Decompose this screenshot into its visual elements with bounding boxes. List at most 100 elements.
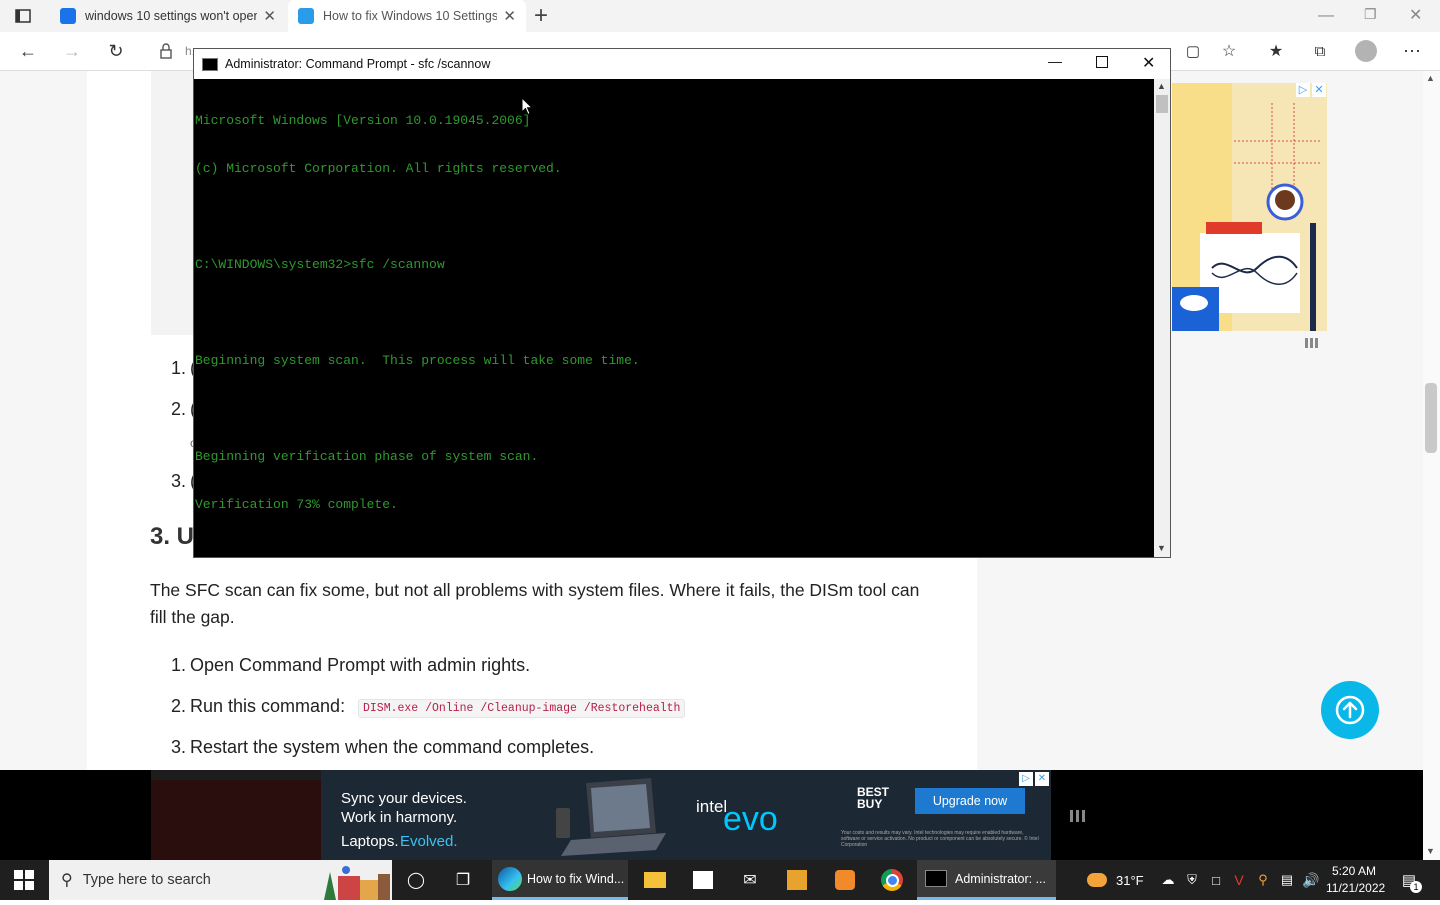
adchoices-icon[interactable]: ▷	[1296, 83, 1310, 97]
more-menu-icon[interactable]: ⋯	[1399, 38, 1425, 64]
cmd-close-icon[interactable]: ✕	[1142, 53, 1155, 73]
store-icon[interactable]	[691, 868, 715, 892]
minimize-browser-icon[interactable]: —	[1318, 7, 1334, 25]
step-number: 2.	[171, 696, 187, 716]
cmd-scroll-thumb[interactable]	[1156, 95, 1168, 113]
usb-icon[interactable]: □	[1204, 868, 1228, 892]
tab-actions-icon[interactable]	[14, 7, 32, 25]
console-line: Verification 73% complete.	[195, 497, 398, 512]
bestbuy-logo: BEST BUY	[857, 785, 890, 811]
forward-icon[interactable]: →	[59, 38, 85, 64]
taskbar-edge[interactable]: How to fix Wind...	[492, 860, 628, 900]
cmd-scroll-down-icon[interactable]: ▼	[1157, 543, 1166, 553]
ad-close-icon[interactable]: ✕	[1312, 83, 1326, 97]
tab-windows-settings[interactable]: windows 10 settings won't open ✕	[50, 0, 286, 32]
sidebar-ad[interactable]	[1172, 83, 1327, 331]
scroll-up-arrow[interactable]: ▲	[1426, 73, 1435, 83]
app-yellow-icon[interactable]	[785, 868, 809, 892]
cmd-scroll-up-icon[interactable]: ▲	[1157, 81, 1166, 91]
search-icon: ⚲	[61, 872, 73, 889]
cmd-maximize-icon[interactable]	[1096, 56, 1108, 68]
ad-fine-print: Your costs and results may vary. Intel t…	[841, 830, 1039, 848]
notification-badge: 1	[1410, 881, 1422, 893]
immersive-reader-icon[interactable]: ▢	[1180, 38, 1206, 64]
scrollbar-thumb[interactable]	[1425, 383, 1437, 453]
command-prompt-window[interactable]: Administrator: Command Prompt - sfc /sca…	[193, 48, 1171, 558]
taskbar-cmd[interactable]: Administrator: ...	[917, 860, 1056, 900]
collections-icon[interactable]: ⧉	[1307, 38, 1333, 64]
chrome-icon[interactable]	[880, 868, 904, 892]
start-button[interactable]	[14, 870, 34, 895]
ad-network-logo	[1305, 335, 1323, 348]
bing-favicon-icon	[60, 8, 76, 24]
back-icon[interactable]: ←	[15, 38, 41, 64]
step-text: Run this command:	[190, 696, 346, 716]
console-line: Microsoft Windows [Version 10.0.19045.20…	[195, 113, 531, 128]
list-number: 2.	[171, 399, 187, 419]
list-number: 1.	[171, 358, 187, 378]
ad-line-1: Sync your devices.	[341, 790, 467, 807]
scroll-down-arrow[interactable]: ▼	[1426, 846, 1435, 856]
cmd-task-label: Administrator: ...	[955, 871, 1046, 886]
lock-icon[interactable]	[153, 38, 179, 64]
search-placeholder: Type here to search	[82, 872, 211, 888]
laptop-image	[556, 778, 666, 858]
refresh-icon[interactable]: ↻	[103, 38, 129, 64]
defender-icon[interactable]: ⛨	[1180, 868, 1204, 892]
site-favicon-icon	[298, 8, 314, 24]
add-favorite-icon[interactable]: ☆	[1216, 38, 1242, 64]
ad-image-dark	[151, 780, 321, 860]
close-tab-icon[interactable]: ✕	[503, 7, 516, 25]
weather-temp[interactable]: 31°F	[1116, 873, 1144, 888]
dism-command: DISM.exe /Online /Cleanup-image /Restore…	[358, 699, 686, 718]
profile-avatar[interactable]	[1355, 40, 1377, 62]
cmd-minimize-icon[interactable]: —	[1048, 53, 1062, 69]
cmd-title-bar[interactable]: Administrator: Command Prompt - sfc /sca…	[194, 49, 1170, 79]
cmd-app-icon	[202, 57, 218, 71]
edge-task-label: How to fix Wind...	[527, 871, 625, 886]
clock-time[interactable]: 5:20 AM	[1332, 864, 1376, 878]
volume-icon[interactable]: 🔊	[1299, 868, 1323, 892]
console-line: Beginning verification phase of system s…	[195, 449, 539, 464]
page-scrollbar[interactable]	[1423, 71, 1440, 860]
ad-line-2: Work in harmony.	[341, 809, 458, 826]
cmd-window-title: Administrator: Command Prompt - sfc /sca…	[225, 57, 491, 71]
tab-how-to-fix[interactable]: How to fix Windows 10 Settings ✕	[288, 0, 526, 32]
section-heading: 3. U	[150, 523, 195, 550]
onedrive-icon[interactable]: ☁	[1156, 868, 1180, 892]
ad-line-3b: Evolved.	[400, 833, 458, 850]
cmd-taskbar-icon	[925, 870, 947, 887]
console-line: (c) Microsoft Corporation. All rights re…	[195, 161, 562, 176]
favorites-icon[interactable]: ★	[1263, 38, 1289, 64]
network-icon[interactable]: ▤	[1275, 868, 1299, 892]
cmd-console-output[interactable]: Microsoft Windows [Version 10.0.19045.20…	[194, 79, 1154, 557]
bottom-banner-ad[interactable]: Sync your devices. Work in harmony. Lapt…	[151, 770, 1051, 860]
list-number: 3.	[171, 471, 187, 491]
article-paragraph: The SFC scan can fix some, but not all p…	[150, 580, 920, 627]
edge-icon	[498, 866, 522, 891]
scroll-to-top-button[interactable]	[1321, 681, 1379, 739]
mail-icon[interactable]: ✉	[738, 868, 762, 892]
antivirus-icon[interactable]: V	[1227, 868, 1251, 892]
close-browser-icon[interactable]: ✕	[1409, 5, 1422, 25]
evo-logo: evo	[723, 800, 778, 838]
console-line: Beginning system scan. This process will…	[195, 353, 640, 368]
tray-search-icon[interactable]: ⚲	[1251, 868, 1275, 892]
step-code-span: DISM.exe /Online /Cleanup-image /Restore…	[358, 698, 686, 718]
weather-icon[interactable]	[1085, 868, 1109, 892]
app-orange-icon[interactable]	[833, 868, 857, 892]
task-view-icon[interactable]: ❐	[451, 868, 475, 892]
file-explorer-icon[interactable]	[643, 868, 667, 892]
close-tab-icon[interactable]: ✕	[263, 7, 276, 25]
clock-date[interactable]: 11/21/2022	[1326, 881, 1385, 895]
adchoices-icon[interactable]: ▷	[1019, 772, 1033, 786]
upgrade-now-button[interactable]: Upgrade now	[915, 788, 1025, 814]
cortana-icon[interactable]: ◯	[404, 868, 428, 892]
restore-browser-icon[interactable]: ❐	[1364, 6, 1377, 23]
ad-line-3a: Laptops.	[341, 833, 399, 850]
console-line: C:\WINDOWS\system32>sfc /scannow	[195, 257, 445, 272]
new-tab-button[interactable]: +	[534, 2, 548, 30]
cmd-scrollbar[interactable]: ▲ ▼	[1154, 79, 1170, 557]
ad-close-icon[interactable]: ✕	[1035, 772, 1049, 786]
